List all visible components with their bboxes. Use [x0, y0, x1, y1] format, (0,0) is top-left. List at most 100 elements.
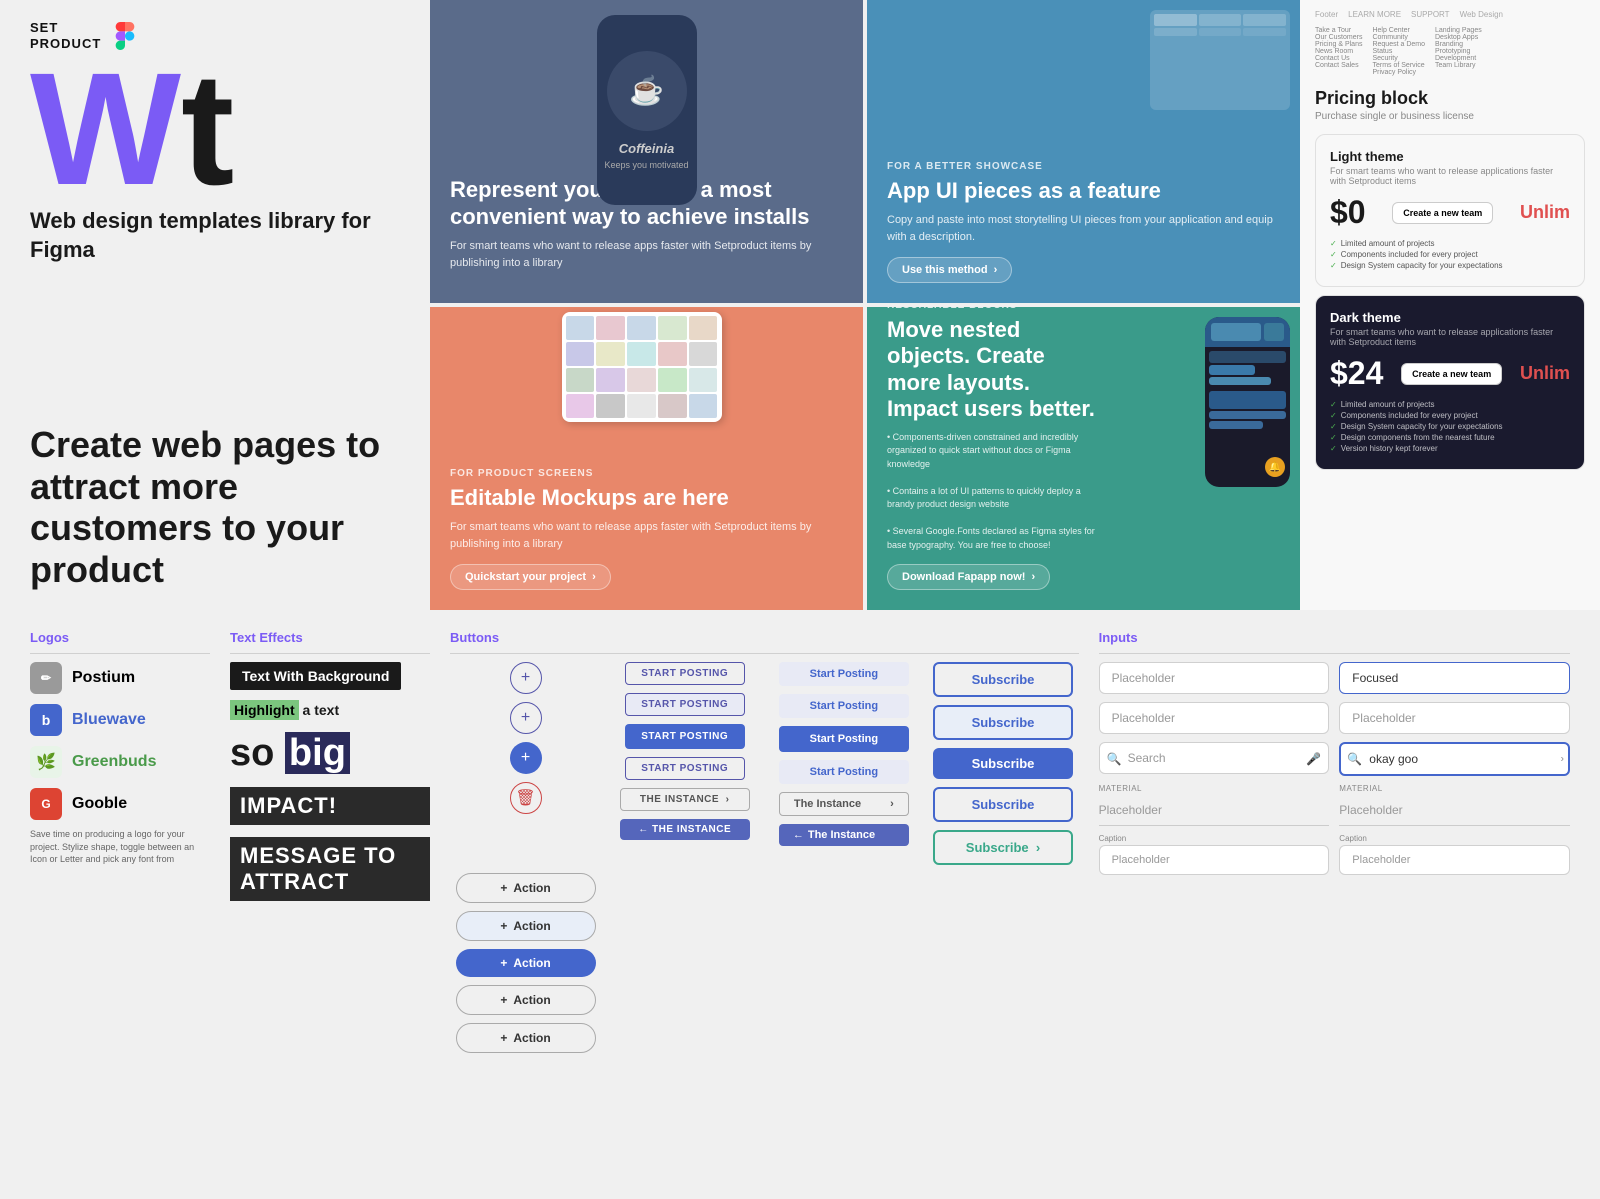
- card-4-label: RESCALABLE BLOCKS: [887, 307, 1103, 311]
- card-mockups: FOR PRODUCT SCREENS Editable Mockups are…: [430, 307, 863, 610]
- postium-icon: ✏: [30, 662, 62, 694]
- te-big-so: so: [230, 732, 274, 774]
- action-outline-btn-3[interactable]: +Action: [456, 985, 596, 1015]
- inputs-row-4: MATERIAL Placeholder MATERIAL Placeholde…: [1099, 784, 1570, 826]
- dark-theme-unlimited: Unlim: [1520, 363, 1570, 384]
- hero-subtitle: Web design templates library for Figma: [30, 207, 400, 264]
- gooble-name: Gooble: [72, 795, 127, 813]
- card-2-cta[interactable]: Use this method ›: [887, 257, 1012, 283]
- card-3-cta[interactable]: Quickstart your project ›: [450, 564, 611, 590]
- subscribe-outline-btn-1[interactable]: Subscribe: [933, 662, 1073, 697]
- ios-phone-mockup: 🔔: [1205, 317, 1290, 487]
- hero-t: t: [181, 61, 234, 197]
- arrow-right-icon: ›: [1561, 754, 1564, 765]
- phone-app-name: Coffeinia: [619, 141, 674, 156]
- te-impact2-text: message to attract: [230, 837, 430, 901]
- showcase-mockup: [1150, 10, 1290, 110]
- card-1-desc: For smart teams who want to release apps…: [450, 238, 843, 271]
- start-posting-solid-2[interactable]: Start Posting: [779, 726, 909, 752]
- subscribe-outline-btn-3[interactable]: Subscribe: [933, 787, 1073, 822]
- the-instance-light-btn[interactable]: The Instance›: [779, 792, 909, 816]
- card-4-cta[interactable]: Download Fapapp now! ›: [887, 564, 1050, 590]
- start-posting-outline-1[interactable]: START POSTING: [625, 662, 745, 685]
- list-item: so big: [230, 732, 430, 775]
- the-instance-dark-btn[interactable]: ←The Instance: [779, 824, 909, 846]
- card-3-desc: For smart teams who want to release apps…: [450, 519, 843, 552]
- top-nav-hint: Footer LEARN MORE SUPPORT Web Design: [1315, 10, 1585, 19]
- gooble-icon: G: [30, 788, 62, 820]
- search-wrapper-2[interactable]: 🔍 okay goo ›: [1339, 742, 1570, 776]
- instance-outline-btn[interactable]: THE INSTANCE ›: [620, 788, 750, 811]
- list-item: b Bluewave: [30, 704, 210, 736]
- dark-theme-features: ✓ Limited amount of projects ✓ Component…: [1330, 400, 1570, 453]
- search-input-1[interactable]: Search: [1099, 742, 1330, 774]
- caption-input-2[interactable]: Placeholder: [1339, 845, 1570, 875]
- start-posting-solid-1[interactable]: START POSTING: [625, 724, 745, 749]
- circle-plus-btn-2[interactable]: +: [510, 702, 542, 734]
- buttons-section: Buttons + + + 🗑 START POSTING START POST…: [450, 630, 1079, 1179]
- phone-app-tagline: Keeps you motivated: [604, 160, 688, 170]
- material-wrapper-2: MATERIAL Placeholder: [1339, 784, 1570, 826]
- light-theme-title: Light theme: [1330, 149, 1570, 164]
- search-input-typed[interactable]: okay goo: [1339, 742, 1570, 776]
- card-app-installs: ☕ Coffeinia Keeps you motivated Represen…: [430, 0, 863, 303]
- te-impact-text: Impact!: [230, 787, 430, 825]
- te-highlight-text: Highlight: [230, 700, 299, 720]
- material-input-2[interactable]: Placeholder: [1339, 795, 1570, 826]
- subscribe-teal-btn[interactable]: Subscribe ›: [933, 830, 1073, 865]
- focused-input[interactable]: Focused: [1339, 662, 1570, 694]
- circle-plus-btn-1[interactable]: +: [510, 662, 542, 694]
- action-outline-btn-4[interactable]: +Action: [456, 1023, 596, 1053]
- caption-label-1: Caption: [1099, 834, 1330, 843]
- caption-label-2: Caption: [1339, 834, 1570, 843]
- list-item: Highlight a text: [230, 702, 430, 720]
- bluewave-icon: b: [30, 704, 62, 736]
- material-label-2: MATERIAL: [1339, 784, 1570, 793]
- instance-solid-btn[interactable]: ← THE INSTANCE: [620, 819, 750, 840]
- brand-name-line1: SET: [30, 20, 101, 36]
- mic-icon: 🎤: [1306, 752, 1321, 766]
- pricing-panel: Footer LEARN MORE SUPPORT Web Design Tak…: [1300, 0, 1600, 610]
- pricing-light-card: Light theme For smart teams who want to …: [1315, 134, 1585, 287]
- subscribe-outline-btn-2[interactable]: Subscribe: [933, 705, 1073, 740]
- search-wrapper-1[interactable]: 🔍 Search 🎤: [1099, 742, 1330, 776]
- te-big-big: big: [285, 732, 350, 774]
- hero-w: W: [30, 61, 181, 197]
- circle-delete-btn[interactable]: 🗑: [510, 782, 542, 814]
- buttons-col-3: Start Posting Start Posting Start Postin…: [768, 662, 919, 865]
- action-outline-btn-2[interactable]: +Action: [456, 911, 596, 941]
- material-input-1[interactable]: Placeholder: [1099, 795, 1330, 826]
- placeholder-input-3[interactable]: Placeholder: [1339, 702, 1570, 734]
- greenbuds-name: Greenbuds: [72, 753, 156, 771]
- start-posting-light-2[interactable]: Start Posting: [779, 694, 909, 718]
- subscribe-solid-btn[interactable]: Subscribe: [933, 748, 1073, 779]
- dark-theme-desc: For smart teams who want to release appl…: [1330, 327, 1570, 347]
- light-theme-price: $0: [1330, 194, 1366, 231]
- start-posting-outline-2[interactable]: START POSTING: [625, 693, 745, 716]
- bottom-section: Logos ✏ Postium b Bluewave 🌿 Greenbuds G…: [0, 610, 1600, 1199]
- dark-theme-cta[interactable]: Create a new team: [1401, 363, 1502, 385]
- greenbuds-icon: 🌿: [30, 746, 62, 778]
- search-icon: 🔍: [1107, 752, 1122, 766]
- start-posting-light-3[interactable]: Start Posting: [779, 760, 909, 784]
- bluewave-name: Bluewave: [72, 711, 146, 729]
- list-item: Impact!: [230, 787, 430, 825]
- buttons-col-5: +Action +Action +Action +Action +Action: [450, 873, 601, 1053]
- card-2-label: FOR A BETTER SHOWCASE: [887, 161, 1280, 172]
- te-normal-text: a text: [299, 702, 339, 718]
- action-solid-btn[interactable]: +Action: [456, 949, 596, 977]
- start-posting-outline-3[interactable]: START POSTING: [625, 757, 745, 780]
- placeholder-input-1[interactable]: Placeholder: [1099, 662, 1330, 694]
- light-theme-cta[interactable]: Create a new team: [1392, 202, 1493, 224]
- caption-wrapper-1: Caption Placeholder: [1099, 834, 1330, 875]
- pricing-header: Pricing block: [1315, 88, 1585, 109]
- start-posting-light-1[interactable]: Start Posting: [779, 662, 909, 686]
- caption-input-1[interactable]: Placeholder: [1099, 845, 1330, 875]
- placeholder-input-2[interactable]: Placeholder: [1099, 702, 1330, 734]
- list-item: Text With Background: [230, 662, 430, 690]
- action-outline-btn-1[interactable]: +Action: [456, 873, 596, 903]
- circle-plus-filled-btn[interactable]: +: [510, 742, 542, 774]
- tablet-mockup: [562, 312, 732, 432]
- card-2-desc: Copy and paste into most storytelling UI…: [887, 212, 1280, 245]
- card-rescalable: 🔔 RESCALABLE BLOCKS Move nested objects.…: [867, 307, 1300, 610]
